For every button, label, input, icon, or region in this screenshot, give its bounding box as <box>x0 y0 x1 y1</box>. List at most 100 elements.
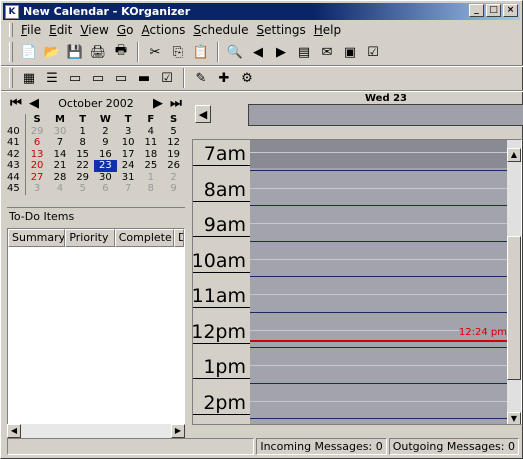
todo-column-header[interactable]: D <box>174 229 184 247</box>
calendar-day[interactable]: 4 <box>139 126 162 138</box>
day-view-icon[interactable]: ▭ <box>65 68 85 88</box>
week-number[interactable]: 44 <box>7 171 26 183</box>
menubar-grip[interactable] <box>9 23 13 37</box>
calendar-day[interactable]: 14 <box>49 149 72 161</box>
calendar-day[interactable]: 24 <box>117 160 140 172</box>
scroll-right-icon[interactable]: ▶ <box>171 424 185 438</box>
menu-go[interactable]: Go <box>113 23 138 37</box>
calendar-day[interactable]: 6 <box>25 137 49 149</box>
find-icon[interactable]: 🔍 <box>225 42 245 62</box>
calendar-day[interactable]: 21 <box>49 160 72 172</box>
calendar-day[interactable]: 20 <box>25 160 49 172</box>
calendar-day[interactable]: 30 <box>94 172 117 184</box>
scroll-thumb[interactable] <box>507 236 521 380</box>
calendar-day[interactable]: 5 <box>71 183 94 195</box>
week-number[interactable]: 45 <box>7 183 26 195</box>
calendar-day[interactable]: 7 <box>49 137 72 149</box>
scroll-left-icon[interactable]: ◀ <box>7 424 21 438</box>
prev-month-icon[interactable]: ◀ <box>25 94 43 112</box>
cut-icon[interactable]: ✂ <box>145 42 165 62</box>
calendar-day[interactable]: 22 <box>71 160 94 172</box>
menu-file[interactable]: File <box>17 23 45 37</box>
calendar-day[interactable]: 12 <box>162 137 185 149</box>
todo-column-header[interactable]: Summary <box>8 229 66 247</box>
calendar-day[interactable]: 2 <box>94 126 117 138</box>
publish-icon[interactable]: ▤ <box>294 42 314 62</box>
prev-year-icon[interactable]: ⏮ <box>7 94 25 112</box>
calendar-day[interactable]: 19 <box>162 149 185 161</box>
toolbar-grip[interactable] <box>9 68 13 88</box>
agenda-grid[interactable]: 12:24 pm <box>250 140 507 424</box>
calendar-day[interactable]: 6 <box>94 183 117 195</box>
menu-view[interactable]: View <box>76 23 112 37</box>
calendar-day[interactable]: 10 <box>117 137 140 149</box>
mail-icon[interactable]: ✉ <box>317 42 337 62</box>
calendar-day[interactable]: 4 <box>49 183 72 195</box>
all-day-area[interactable] <box>248 104 523 126</box>
calendar-day[interactable]: 13 <box>25 149 49 161</box>
list-view-icon[interactable]: ☰ <box>42 68 62 88</box>
filter-icon[interactable]: ▣ <box>340 42 360 62</box>
calendar-day[interactable]: 8 <box>71 137 94 149</box>
week-number[interactable]: 40 <box>7 125 26 137</box>
today-icon[interactable]: ▦ <box>19 68 39 88</box>
calendar-day[interactable]: 31 <box>117 172 140 184</box>
month-view-icon[interactable]: ▬ <box>134 68 154 88</box>
menu-schedule[interactable]: Schedule <box>189 23 252 37</box>
calendar-day[interactable]: 30 <box>49 126 72 138</box>
work-week-view-icon[interactable]: ▭ <box>88 68 108 88</box>
new-todo-icon[interactable]: ✚ <box>214 68 234 88</box>
settings-icon[interactable]: ⚙ <box>237 68 257 88</box>
agenda-vertical-scrollbar[interactable]: ▲ ▼ <box>507 140 521 424</box>
calendar-day[interactable]: 18 <box>139 149 162 161</box>
calendar-day[interactable]: 28 <box>49 172 72 184</box>
calendar-day[interactable]: 9 <box>162 183 185 195</box>
scroll-down-icon[interactable]: ▼ <box>507 412 521 424</box>
checklist-icon[interactable]: ☑ <box>363 42 383 62</box>
close-button[interactable]: × <box>503 4 518 17</box>
next-month-icon[interactable]: ▶ <box>149 94 167 112</box>
calendar-day[interactable]: 3 <box>117 126 140 138</box>
calendar-day[interactable]: 1 <box>71 126 94 138</box>
calendar-day[interactable]: 29 <box>71 172 94 184</box>
calendar-day[interactable]: 16 <box>94 149 117 161</box>
todo-column-header[interactable]: Complete <box>114 229 175 247</box>
calendar-day[interactable]: 7 <box>117 183 140 195</box>
menu-help[interactable]: Help <box>310 23 345 37</box>
todo-column-header[interactable]: Priority <box>65 229 115 247</box>
new-event-icon[interactable]: ✎ <box>191 68 211 88</box>
calendar-day[interactable]: 29 <box>25 126 49 138</box>
menu-settings[interactable]: Settings <box>252 23 309 37</box>
calendar-day[interactable]: 27 <box>25 172 49 184</box>
next-year-icon[interactable]: ⏭ <box>167 94 185 112</box>
minimize-button[interactable]: _ <box>469 4 484 17</box>
open-icon[interactable]: 📂 <box>42 42 62 62</box>
menu-actions[interactable]: Actions <box>137 23 189 37</box>
todo-view-icon[interactable]: ☑ <box>157 68 177 88</box>
calendar-day[interactable]: 2 <box>162 172 185 184</box>
title-bar[interactable]: K New Calendar - KOrganizer _ □ × <box>3 3 520 20</box>
prev-day-icon[interactable]: ◀ <box>195 105 211 123</box>
paste-icon[interactable]: 📋 <box>191 42 211 62</box>
calendar-day[interactable]: 3 <box>25 183 49 195</box>
forward-icon[interactable]: ▶ <box>271 42 291 62</box>
calendar-day[interactable]: 26 <box>162 160 185 172</box>
week-view-icon[interactable]: ▭ <box>111 68 131 88</box>
back-icon[interactable]: ◀ <box>248 42 268 62</box>
print-preview-icon[interactable]: 🖶 <box>111 42 131 62</box>
calendar-day[interactable]: 25 <box>139 160 162 172</box>
calendar-day[interactable]: 8 <box>139 183 162 195</box>
save-icon[interactable]: 💾 <box>65 42 85 62</box>
calendar-day[interactable]: 15 <box>71 149 94 161</box>
week-number[interactable]: 43 <box>7 160 26 172</box>
menu-edit[interactable]: Edit <box>45 23 76 37</box>
new-icon[interactable]: 📄 <box>19 42 39 62</box>
toolbar-grip[interactable] <box>9 42 13 62</box>
calendar-day[interactable]: 17 <box>117 149 140 161</box>
copy-icon[interactable]: ⎘ <box>168 42 188 62</box>
scroll-up-icon[interactable]: ▲ <box>507 148 521 162</box>
maximize-button[interactable]: □ <box>486 4 501 17</box>
print-icon[interactable]: 🖨 <box>88 42 108 62</box>
calendar-day[interactable]: 11 <box>139 137 162 149</box>
todo-horizontal-scrollbar[interactable]: ◀ ▶ <box>7 424 185 438</box>
